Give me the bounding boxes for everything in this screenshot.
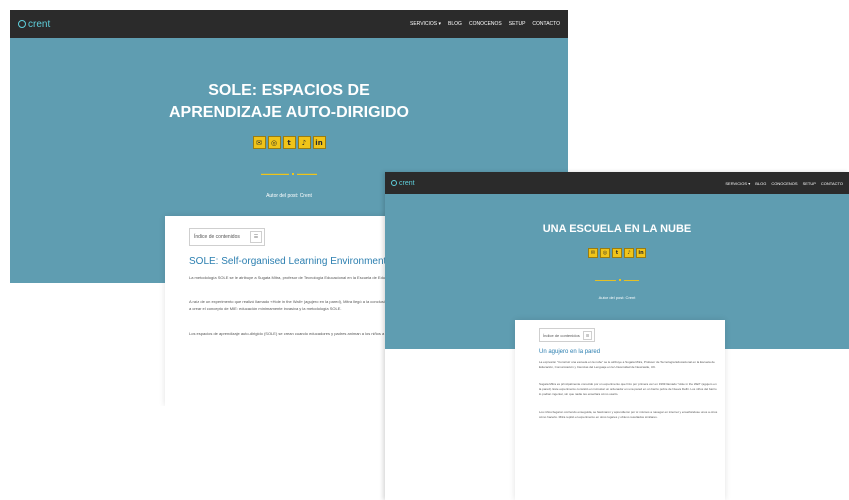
- menu-item-conocenos[interactable]: CONOCENOS: [469, 21, 502, 27]
- post-author: Autor del post: Crent: [598, 295, 636, 300]
- site-logo[interactable]: crent: [18, 19, 50, 30]
- table-of-contents[interactable]: Índice de contenidos ☰: [189, 228, 265, 246]
- page-title: SOLE: ESPACIOS DE APRENDIZAJE AUTO-DIRIG…: [168, 82, 409, 121]
- tag-bar[interactable]: ▬▬▬▬▬▬▬: [595, 278, 616, 282]
- menu-item-servicios[interactable]: SERVICIOS ▾: [410, 21, 441, 27]
- top-navbar: crent SERVICIOS ▾ BLOG CONOCENOS SETUP C…: [10, 10, 568, 38]
- screenshot-escuela-nube: crent SERVICIOS ▾ BLOG CONOCENOS SETUP C…: [385, 172, 849, 500]
- top-navbar: crent SERVICIOS ▾ BLOG CONOCENOS SETUP C…: [385, 172, 849, 194]
- menu-item-setup[interactable]: SETUP: [509, 21, 526, 27]
- menu-item-conocenos[interactable]: CONOCENOS: [771, 181, 797, 186]
- page-title: UNA ESCUELA EN LA NUBE: [542, 223, 692, 235]
- menu-item-blog[interactable]: BLOG: [755, 181, 766, 186]
- paragraph: Los niños llegaron corriendo enseguida, …: [539, 410, 718, 419]
- twitter-icon[interactable]: t: [612, 248, 622, 258]
- linkedin-icon[interactable]: in: [636, 248, 646, 258]
- menu-item-contacto[interactable]: CONTACTO: [532, 21, 560, 27]
- menu-item-servicios[interactable]: SERVICIOS ▾: [725, 181, 750, 186]
- email-icon[interactable]: ✉: [588, 248, 598, 258]
- email-icon[interactable]: ✉: [252, 136, 266, 149]
- content-card: Índice de contenidos ☰ Un agujero en la …: [515, 320, 725, 500]
- section-heading: Un agujero en la pared: [539, 349, 601, 355]
- logo-ring-icon: [18, 20, 26, 28]
- tag-separator: [292, 172, 294, 175]
- paragraph: Sugata Mitra es principalmente conocido …: [539, 382, 717, 396]
- tag-bar[interactable]: ▬▬▬▬▬: [624, 278, 639, 282]
- tiktok-icon[interactable]: ♪: [297, 136, 311, 149]
- instagram-icon[interactable]: ◎: [267, 136, 281, 149]
- twitter-icon[interactable]: t: [282, 136, 296, 149]
- paragraph: La expresión "Construir una escuela en l…: [539, 360, 715, 369]
- linkedin-icon[interactable]: in: [312, 136, 326, 149]
- social-icons: ✉ ◎ t ♪ in: [10, 136, 568, 149]
- main-menu: SERVICIOS ▾ BLOG CONOCENOS SETUP CONTACT…: [720, 181, 843, 186]
- main-menu: SERVICIOS ▾ BLOG CONOCENOS SETUP CONTACT…: [403, 21, 560, 27]
- menu-item-contacto[interactable]: CONTACTO: [821, 181, 843, 186]
- tag-bar[interactable]: ▬▬▬▬▬: [297, 171, 317, 176]
- logo-ring-icon: [391, 180, 397, 186]
- tag-bar[interactable]: ▬▬▬▬▬▬▬: [261, 171, 289, 176]
- section-heading: SOLE: Self-organised Learning Environmen…: [189, 256, 387, 267]
- toc-toggle-icon[interactable]: ☰: [250, 231, 262, 243]
- site-logo[interactable]: crent: [391, 180, 415, 187]
- social-icons: ✉ ◎ t ♪ in: [385, 248, 849, 258]
- tiktok-icon[interactable]: ♪: [624, 248, 634, 258]
- menu-item-setup[interactable]: SETUP: [803, 181, 816, 186]
- toc-toggle-icon[interactable]: ☰: [583, 330, 592, 340]
- instagram-icon[interactable]: ◎: [600, 248, 610, 258]
- post-tags: ▬▬▬▬▬▬▬ ▬▬▬▬▬: [385, 278, 849, 282]
- tag-separator: [619, 279, 621, 281]
- table-of-contents[interactable]: Índice de contenidos ☰: [539, 328, 595, 342]
- menu-item-blog[interactable]: BLOG: [448, 21, 462, 27]
